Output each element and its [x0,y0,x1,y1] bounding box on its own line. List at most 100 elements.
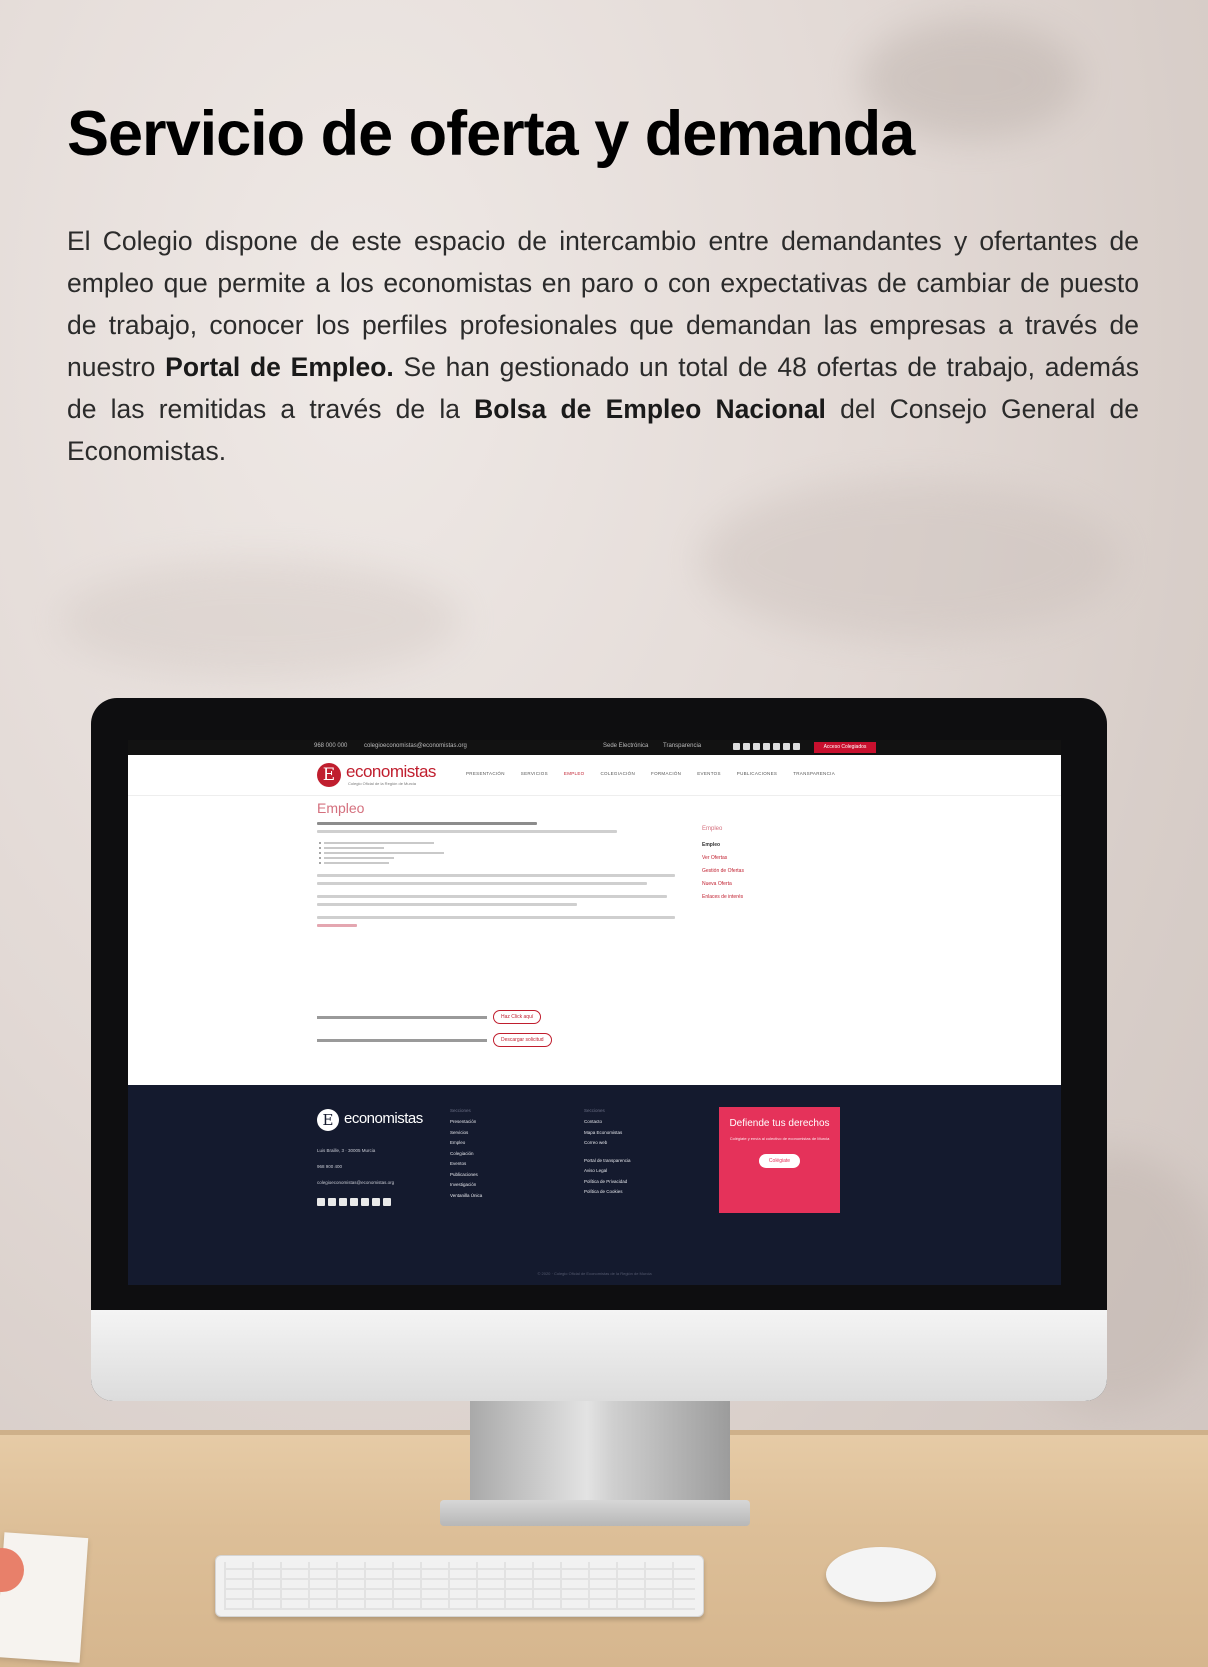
linkedin-icon[interactable] [753,743,760,750]
facebook-icon[interactable] [317,1198,325,1206]
footer-link[interactable]: Política de Privacidad [584,1179,631,1184]
footer-col-1: Secciones Presentación Servicios Empleo … [450,1108,482,1203]
monitor-stand-base [440,1500,750,1526]
cta-heading: Defiende tus derechos [729,1118,830,1129]
site-header: E economistas Colegio Oficial de la Regi… [128,755,1061,796]
footer-logo-text[interactable]: economistas [344,1110,423,1127]
footer-link[interactable]: Colegiación [450,1151,482,1156]
monitor: 968 000 000 colegioeconomistas@economist… [91,698,1107,1401]
list-item [319,852,677,854]
transparencia-link[interactable]: Transparencia [663,743,701,749]
help-row: Haz Click aquí [317,1010,542,1024]
download-button[interactable]: Descargar solicitud [493,1033,552,1047]
youtube-icon[interactable] [372,1198,380,1206]
page: Servicio de oferta y demanda El Colegio … [0,0,1208,1667]
wall-texture [60,560,460,680]
social-icons [733,743,800,750]
login-button[interactable]: Acceso Colegiados [814,742,876,753]
text-line [317,916,675,919]
sidebar-heading: Empleo [702,826,723,832]
list-item [319,847,677,849]
sede-link[interactable]: Sede Electrónica [603,743,648,749]
footer-link[interactable]: Aviso Legal [584,1168,631,1173]
wall-texture [700,480,1120,640]
intro-paragraph: El Colegio dispone de este espacio de in… [67,220,1139,472]
text-line [317,874,675,877]
join-button[interactable]: Colégiate [758,1154,801,1168]
footer-link[interactable]: Eventos [450,1161,482,1166]
text-line [317,1038,487,1042]
nav-item[interactable]: EVENTOS [697,771,721,776]
footer-col-heading: Secciones [450,1108,471,1113]
footer-link[interactable]: Empleo [450,1140,482,1145]
footer-link[interactable]: Correo web [584,1140,631,1145]
site-topbar: 968 000 000 colegioeconomistas@economist… [128,740,1061,755]
copyright: © 2020 · Colegio Oficial de Economistas … [537,1271,652,1276]
text-link[interactable] [317,924,357,927]
list-item [319,857,677,859]
content-title: Empleo [317,800,365,816]
sidebar-item-ver-ofertas[interactable]: Ver Ofertas [702,855,822,861]
text-line [317,830,617,833]
text-line [317,822,537,825]
bolsa-empleo-emphasis: Bolsa de Empleo Nacional [474,394,826,424]
sidebar: Empleo Empleo Ver Ofertas Gestión de Ofe… [702,826,822,907]
website-screenshot: 968 000 000 colegioeconomistas@economist… [128,740,1061,1285]
keyboard-keys [224,1562,695,1610]
footer-email[interactable]: colegioeconomistas@economistas.org [317,1180,394,1185]
instagram-icon[interactable] [350,1198,358,1206]
footer-link[interactable]: Publicaciones [450,1172,482,1177]
twitter-icon[interactable] [743,743,750,750]
footer-address: Luis Braille, 3 · 30005 Murcia [317,1148,376,1153]
nav-item[interactable]: PUBLICACIONES [737,771,777,776]
flickr-icon[interactable] [773,743,780,750]
page-title: Servicio de oferta y demanda [67,99,915,169]
linkedin-icon[interactable] [339,1198,347,1206]
nav-item[interactable]: COLEGIACIÓN [600,771,635,776]
flickr-icon[interactable] [361,1198,369,1206]
sidebar-item-gestion[interactable]: Gestión de Ofertas [702,868,822,874]
mail-icon[interactable] [793,743,800,750]
mail-icon[interactable] [383,1198,391,1206]
footer-logo-icon[interactable]: E [317,1109,339,1131]
list-item [319,862,677,864]
footer-link[interactable]: Servicios [450,1130,482,1135]
cta-text: Colégiate y envía al colectivo de econom… [729,1136,830,1141]
phone-link[interactable]: 968 000 000 [314,743,347,749]
facebook-icon[interactable] [733,743,740,750]
main-nav: PRESENTACIÓN SERVICIOS EMPLEO COLEGIACIÓ… [466,771,835,776]
click-here-button[interactable]: Haz Click aquí [493,1010,542,1024]
main-content: Empleo [317,800,677,932]
monitor-chin [91,1310,1107,1401]
nav-item[interactable]: PRESENTACIÓN [466,771,505,776]
email-link[interactable]: colegioeconomistas@economistas.org [364,743,467,749]
nav-item[interactable]: FORMACIÓN [651,771,681,776]
footer-link[interactable]: Portal de transparencia [584,1158,631,1163]
sidebar-item-enlaces[interactable]: Enlaces de interés [702,894,822,900]
twitter-icon[interactable] [328,1198,336,1206]
logo-text[interactable]: economistas [346,762,436,782]
footer-social-icons [317,1198,391,1206]
footer-link[interactable]: Ventanilla Única [450,1193,482,1198]
logo-icon[interactable]: E [317,763,341,787]
text-line [317,895,667,898]
youtube-icon[interactable] [783,743,790,750]
footer-link[interactable]: Presentación [450,1119,482,1124]
instagram-icon[interactable] [763,743,770,750]
nav-item[interactable]: TRANSPARENCIA [793,771,835,776]
footer-col-2: Secciones Contacto Mapa Economistas Corr… [584,1108,631,1200]
text-line [317,903,577,906]
footer-link[interactable]: Política de Cookies [584,1189,631,1194]
footer-link[interactable]: Investigación [450,1182,482,1187]
site-footer: E economistas Luis Braille, 3 · 30005 Mu… [128,1085,1061,1285]
nav-item-active[interactable]: EMPLEO [564,771,585,776]
footer-phone[interactable]: 968 900 400 [317,1164,342,1169]
footer-link[interactable]: Mapa Economistas [584,1130,631,1135]
sidebar-item-nueva[interactable]: Nueva Oferta [702,881,822,887]
mouse [826,1547,936,1602]
sidebar-item-empleo[interactable]: Empleo [702,842,822,848]
nav-item[interactable]: SERVICIOS [521,771,548,776]
portal-empleo-emphasis: Portal de Empleo. [165,352,394,382]
footer-link[interactable]: Contacto [584,1119,631,1124]
list-item [319,842,677,844]
